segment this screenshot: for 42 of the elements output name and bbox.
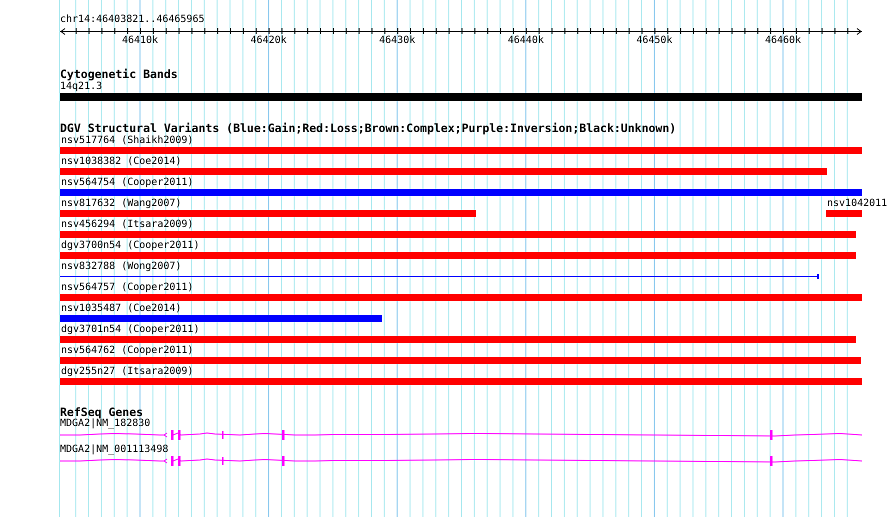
ruler-tick-label: 46460k bbox=[764, 35, 802, 46]
variant-bar[interactable] bbox=[60, 231, 856, 238]
variant-label: nsv564762 (Cooper2011) bbox=[61, 345, 194, 356]
ruler-tick-label: 46450k bbox=[636, 35, 672, 46]
gene-label: MDGA2|NM_182830 bbox=[60, 418, 152, 429]
band-label: 14q21.3 bbox=[60, 81, 104, 92]
variant-bar[interactable] bbox=[826, 210, 862, 217]
variant-bar[interactable] bbox=[60, 210, 476, 217]
variant-bar[interactable] bbox=[60, 315, 382, 322]
variant-label: dgv3701n54 (Cooper2011) bbox=[61, 324, 200, 335]
variant-label: nsv517764 (Shaikh2009) bbox=[61, 135, 194, 146]
variant-label: nsv1035487 (Coe2014) bbox=[61, 303, 182, 314]
variant-bar[interactable] bbox=[60, 336, 856, 343]
track-title: Cytogenetic Bands bbox=[60, 68, 179, 80]
variant-bar[interactable] bbox=[60, 147, 862, 154]
ruler-tick-label: 46410k bbox=[122, 35, 158, 46]
ruler-tick-label: 46440k bbox=[508, 35, 544, 46]
gene-label: MDGA2|NM_001113498 bbox=[60, 444, 170, 455]
variant-line[interactable] bbox=[60, 274, 819, 279]
variant-label: dgv3700n54 (Cooper2011) bbox=[61, 240, 200, 251]
variant-label: nsv1042011 bbox=[827, 198, 888, 209]
track-title: RefSeq Genes bbox=[60, 406, 144, 418]
variant-label: nsv564754 (Cooper2011) bbox=[61, 177, 194, 188]
region-coordinates: chr14:46403821..46465965 bbox=[60, 14, 204, 25]
variant-label: nsv456294 (Itsara2009) bbox=[61, 219, 194, 230]
variant-bar[interactable] bbox=[60, 168, 827, 175]
gene-model-drawing[interactable] bbox=[60, 429, 862, 441]
cytogenetic-band[interactable] bbox=[60, 93, 862, 101]
variant-label: dgv255n27 (Itsara2009) bbox=[61, 366, 194, 377]
variant-bar[interactable] bbox=[60, 294, 862, 301]
variant-bar[interactable] bbox=[60, 357, 861, 364]
variant-label: nsv832788 (Wong2007) bbox=[61, 261, 182, 272]
ruler-tick-label: 46420k bbox=[250, 35, 287, 46]
variant-label: nsv564757 (Cooper2011) bbox=[61, 282, 194, 293]
variant-bar[interactable] bbox=[60, 252, 856, 259]
track-title: DGV Structural Variants (Blue:Gain;Red:Loss;Brown:Complex;Purple:Inversion;Black:Unknown) bbox=[60, 122, 678, 134]
variant-label: nsv817632 (Wang2007) bbox=[61, 198, 182, 209]
variant-bar[interactable] bbox=[60, 189, 862, 196]
variant-bar[interactable] bbox=[60, 378, 862, 385]
ruler-tick-label: 46430k bbox=[379, 35, 416, 46]
gene-model-drawing[interactable] bbox=[60, 455, 862, 467]
variant-label: nsv1038382 (Coe2014) bbox=[61, 156, 182, 167]
